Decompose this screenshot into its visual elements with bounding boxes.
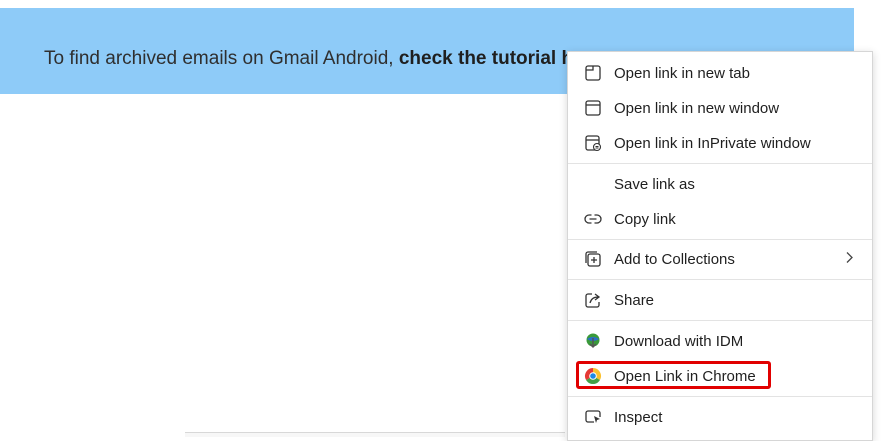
menu-item-open-new-tab[interactable]: Open link in new tab (568, 58, 872, 88)
menu-item-download-idm[interactable]: Download with IDM (568, 326, 872, 356)
menu-item-label: Copy link (614, 210, 676, 228)
new-window-icon (583, 98, 603, 118)
menu-item-share[interactable]: Share (568, 285, 872, 315)
menu-item-label: Open link in InPrivate window (614, 134, 811, 152)
menu-item-open-inprivate[interactable]: Open link in InPrivate window (568, 128, 872, 158)
highlight-annotation (576, 361, 771, 389)
new-tab-icon (583, 63, 603, 83)
menu-divider (568, 279, 872, 280)
menu-item-label: Save link as (614, 175, 695, 193)
menu-item-inspect[interactable]: Inspect (568, 402, 872, 432)
link-icon (583, 209, 603, 229)
menu-item-label: Download with IDM (614, 332, 744, 350)
menu-item-label: Inspect (614, 408, 663, 426)
menu-item-save-link-as[interactable]: Save link as (568, 169, 872, 199)
menu-divider (568, 320, 872, 321)
menu-item-label: Open link in new tab (614, 64, 750, 82)
menu-divider (568, 396, 872, 397)
menu-item-copy-link[interactable]: Copy link (568, 204, 872, 234)
menu-item-label: Share (614, 291, 655, 309)
chevron-right-icon (844, 251, 854, 268)
collections-icon (583, 249, 603, 269)
share-icon (583, 290, 603, 310)
menu-item-label: Open link in new window (614, 99, 780, 117)
banner-text: To find archived emails on Gmail Android… (44, 48, 607, 70)
menu-divider (568, 163, 872, 164)
idm-icon (583, 331, 603, 351)
menu-divider (568, 239, 872, 240)
page-fragment (185, 432, 565, 437)
inspect-icon (583, 407, 603, 427)
inprivate-window-icon (583, 133, 603, 153)
menu-item-add-to-collections[interactable]: Add to Collections (568, 244, 872, 274)
menu-item-open-new-window[interactable]: Open link in new window (568, 93, 872, 123)
banner-message: To find archived emails on Gmail Android… (44, 48, 399, 69)
menu-item-label: Add to Collections (614, 250, 735, 268)
